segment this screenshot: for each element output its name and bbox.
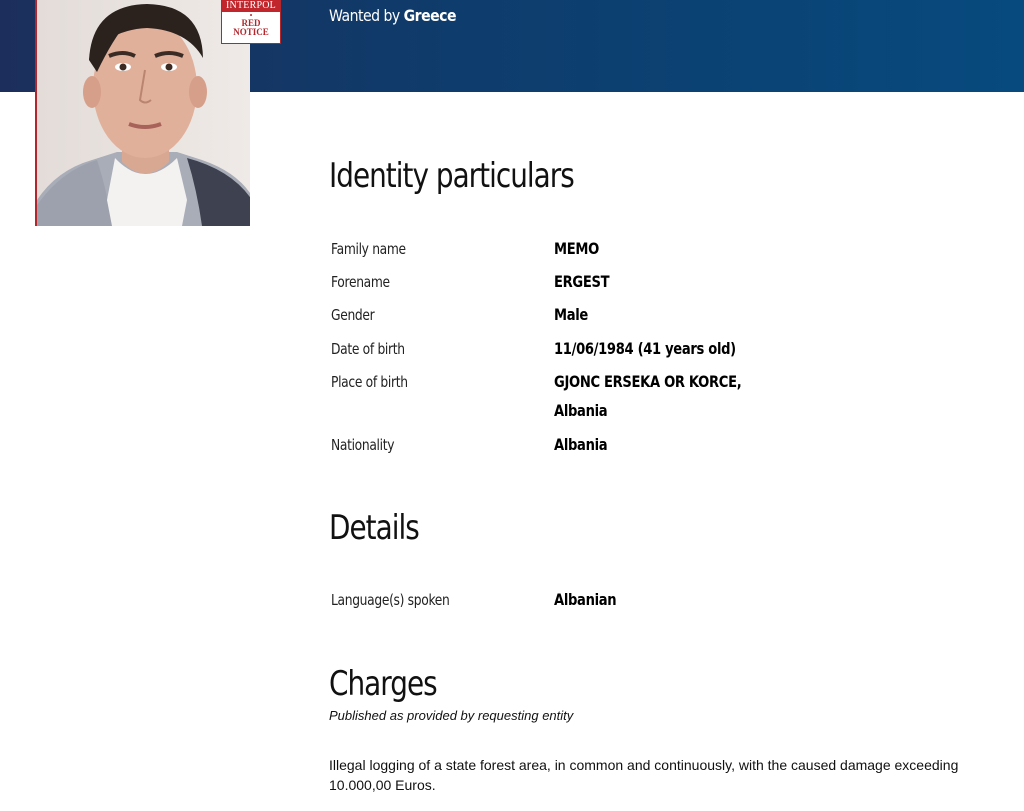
- value-languages-spoken: Albanian: [554, 590, 617, 609]
- label-gender: Gender: [331, 306, 375, 324]
- wanted-by-text: Wanted by Greece: [329, 6, 457, 25]
- value-forename: ERGEST: [554, 272, 610, 291]
- charges-section-title: Charges: [329, 664, 438, 704]
- value-place-of-birth-line2: Albania: [554, 401, 608, 420]
- wanted-country: Greece: [403, 6, 457, 25]
- wanted-prefix: Wanted by: [329, 6, 400, 25]
- value-gender: Male: [554, 305, 589, 324]
- label-place-of-birth: Place of birth: [331, 373, 408, 391]
- label-family-name: Family name: [331, 240, 406, 258]
- label-date-of-birth: Date of birth: [331, 340, 405, 358]
- value-place-of-birth-line1: GJONC ERSEKA OR KORCE,: [554, 372, 742, 391]
- label-languages-spoken: Language(s) spoken: [331, 591, 450, 609]
- value-family-name: MEMO: [554, 239, 599, 258]
- interpol-red-notice-badge: INTERPOL • RED NOTICE: [221, 0, 281, 44]
- charges-note: Published as provided by requesting enti…: [329, 708, 574, 723]
- details-section-title: Details: [329, 508, 420, 548]
- charges-text: Illegal logging of a state forest area, …: [329, 757, 959, 793]
- label-nationality: Nationality: [331, 436, 395, 454]
- suspect-photo: [35, 0, 250, 226]
- label-forename: Forename: [331, 273, 390, 291]
- identity-section-title: Identity particulars: [329, 156, 575, 196]
- value-nationality: Albania: [554, 435, 608, 454]
- value-date-of-birth: 11/06/1984 (41 years old): [554, 339, 736, 358]
- badge-notice-line2: NOTICE: [233, 27, 269, 37]
